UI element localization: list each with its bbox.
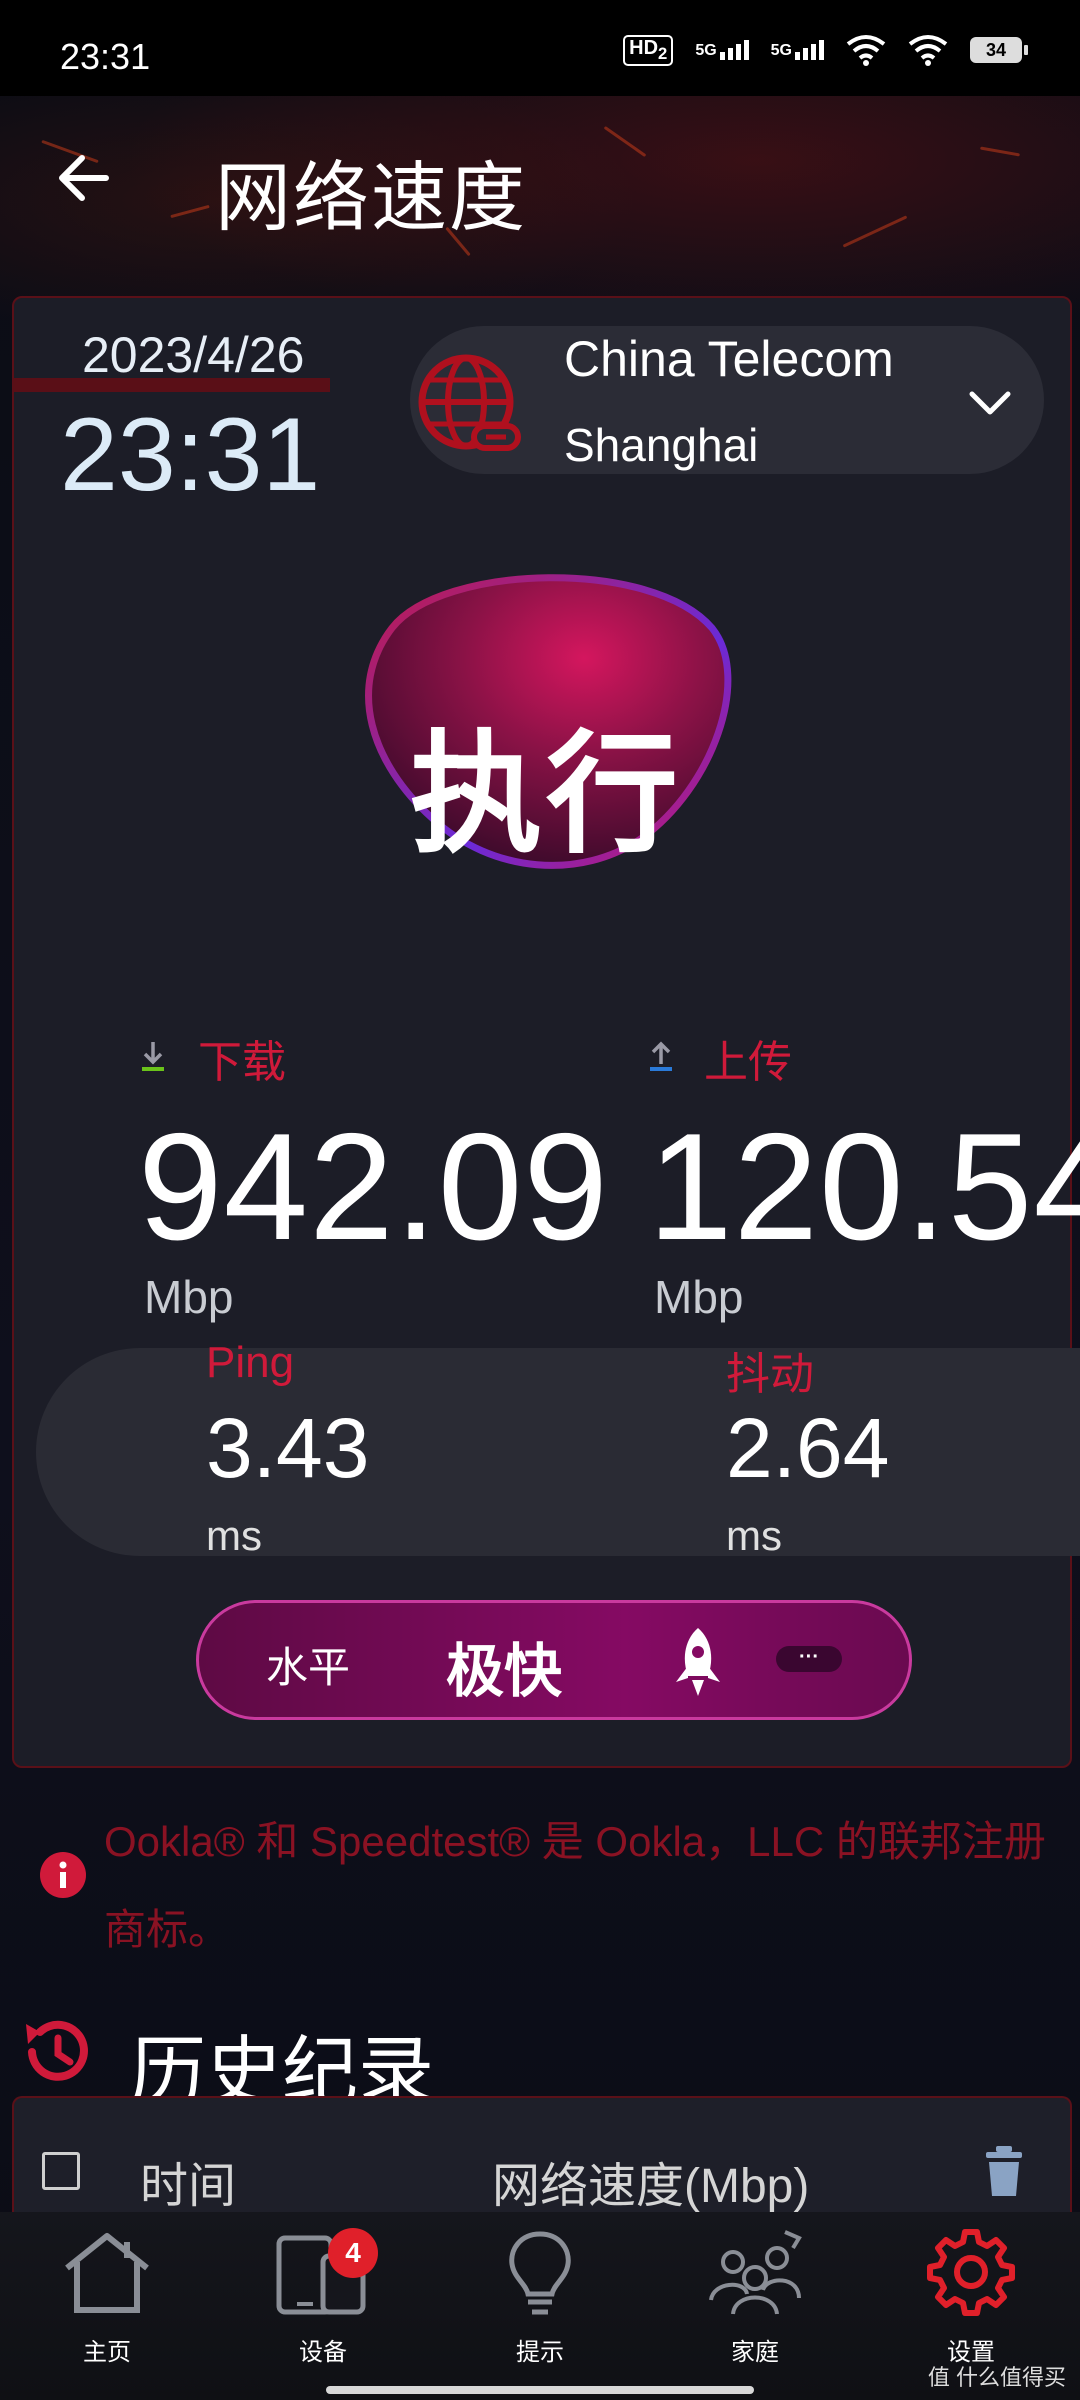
back-arrow-icon[interactable] (56, 150, 112, 206)
nav-devices-label: 设备 (299, 2339, 347, 2366)
nav-tips[interactable]: 提示 (475, 2228, 605, 2367)
server-city: Shanghai (564, 419, 759, 471)
jitter-label: 抖动 (726, 1350, 814, 1399)
hd-icon: HD2 (623, 34, 674, 66)
upload-value: 120.54 (648, 1102, 1080, 1272)
watermark: 值 什么值得买 (927, 2365, 1066, 2390)
page-title: 网络速度 (215, 156, 527, 241)
nav-home-label: 主页 (83, 2339, 131, 2366)
nav-settings[interactable]: 设置 (906, 2228, 1036, 2367)
test-time: 23:31 (60, 397, 321, 513)
level-value: 极快 (446, 1639, 563, 1704)
lightbulb-icon (509, 2231, 571, 2315)
ping-value: 3.43 (206, 1401, 370, 1495)
rocket-icon (676, 1628, 720, 1696)
upload-label: 上传 (704, 1038, 792, 1087)
history-col-speed: 网络速度(Mbp) (492, 2160, 810, 2213)
jitter-unit: ms (726, 1512, 782, 1559)
download-unit: Mbp (144, 1271, 234, 1323)
upload-unit: Mbp (654, 1271, 744, 1323)
history-col-time: 时间 (140, 2160, 237, 2213)
server-provider: China Telecom (564, 331, 894, 387)
latency-panel (36, 1348, 1080, 1556)
globe-link-icon (418, 354, 521, 451)
wifi-icon (846, 35, 886, 66)
trademark-notice: Ookla® 和 Speedtest® 是 Ookla，LLC 的联邦注册商标。 (104, 1818, 1046, 1953)
download-label: 下载 (198, 1038, 286, 1087)
devices-badge: 4 (328, 2228, 378, 2278)
jitter-value: 2.64 (726, 1401, 890, 1495)
wifi-icon (908, 35, 948, 66)
nav-tips-label: 提示 (516, 2339, 564, 2366)
history-icon (26, 2020, 88, 2081)
chevron-down-icon[interactable] (968, 388, 1012, 418)
download-value: 942.09 (138, 1102, 609, 1272)
download-arrow-icon (142, 1042, 164, 1071)
info-icon (40, 1852, 86, 1898)
home-indicator[interactable] (326, 2386, 754, 2394)
upload-arrow-icon (650, 1041, 672, 1071)
status-icons: HD2 5G 5G 34 (623, 34, 1028, 66)
battery-icon: 34 (970, 37, 1028, 63)
family-icon (709, 2230, 802, 2315)
status-bar: 23:31 HD2 5G 5G 34 (0, 0, 1080, 96)
more-options-button[interactable]: ··· (776, 1646, 842, 1672)
signal-icon: 5G (695, 40, 749, 60)
nav-family[interactable]: 家庭 (690, 2228, 820, 2367)
select-all-checkbox[interactable] (42, 2152, 80, 2190)
signal-icon: 5G (771, 40, 824, 60)
test-date: 2023/4/26 (82, 327, 305, 383)
gear-icon (927, 2229, 1015, 2316)
nav-home[interactable]: 主页 (42, 2228, 172, 2367)
go-button-label[interactable]: 执行 (352, 688, 740, 879)
status-time: 23:31 (60, 36, 151, 77)
ping-label: Ping (206, 1338, 295, 1387)
nav-family-label: 家庭 (731, 2339, 779, 2366)
trash-icon[interactable] (986, 2146, 1022, 2196)
level-key: 水平 (266, 1644, 351, 1691)
home-icon (65, 2233, 149, 2313)
ping-unit: ms (206, 1512, 262, 1559)
